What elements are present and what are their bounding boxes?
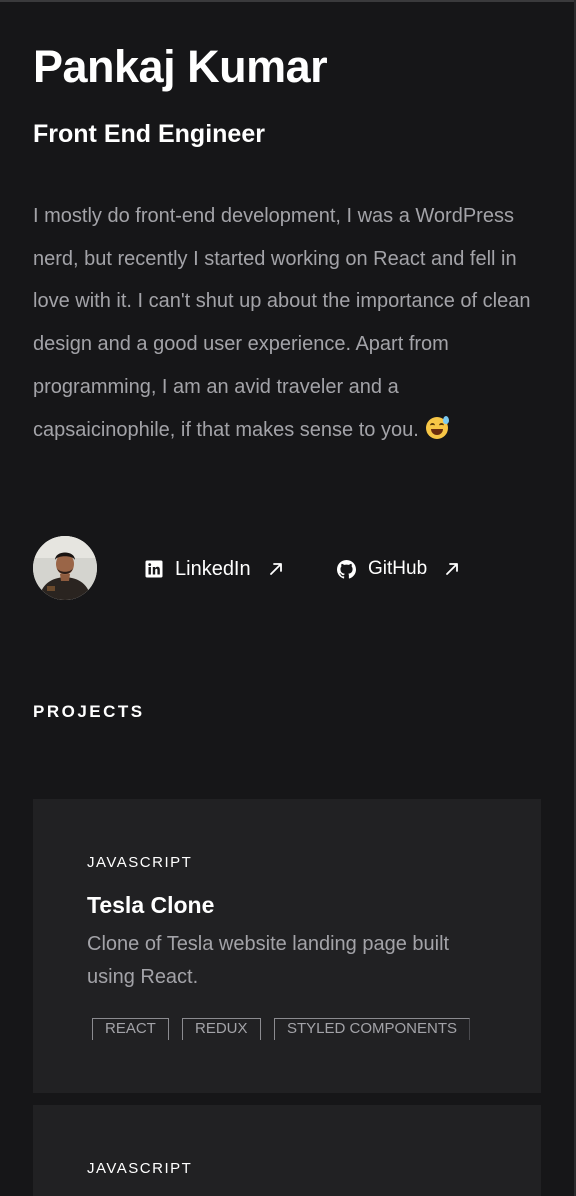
arrow-up-right-icon [269, 563, 282, 575]
avatar-photo [33, 536, 97, 600]
tag-redux: REDUX [182, 1018, 261, 1040]
project-language: JAVASCRIPT [87, 1160, 193, 1177]
bio-text: I mostly do front-end development, I was… [33, 205, 531, 441]
grinning-face-with-sweat-icon [426, 415, 450, 439]
project-description: Clone of Tesla website landing page buil… [87, 933, 450, 988]
project-language: JAVASCRIPT [87, 854, 193, 871]
profile-role: Front End Engineer [33, 120, 265, 148]
arrow-up-right-icon [446, 563, 459, 575]
projects-heading: PROJECTS [33, 702, 145, 721]
linkedin-label: LinkedIn [175, 558, 251, 580]
linkedin-link[interactable]: LinkedIn [145, 556, 285, 582]
project-title: Tesla Clone [87, 892, 215, 918]
profile-bio: I mostly do front-end development, I was… [33, 195, 545, 451]
avatar [33, 536, 97, 600]
project-card[interactable]: JAVASCRIPT Tesla Clone Clone of Tesla we… [33, 799, 541, 1093]
top-border [0, 0, 576, 2]
github-link[interactable]: GitHub [337, 556, 461, 582]
profile-name: Pankaj Kumar [33, 41, 328, 92]
github-label: GitHub [368, 558, 428, 579]
linkedin-icon [145, 560, 163, 578]
project-card[interactable]: JAVASCRIPT [33, 1105, 541, 1196]
tag-styled-components: STYLED COMPONENTS [274, 1018, 471, 1040]
github-icon [337, 559, 356, 579]
tag-react: REACT [92, 1018, 169, 1040]
